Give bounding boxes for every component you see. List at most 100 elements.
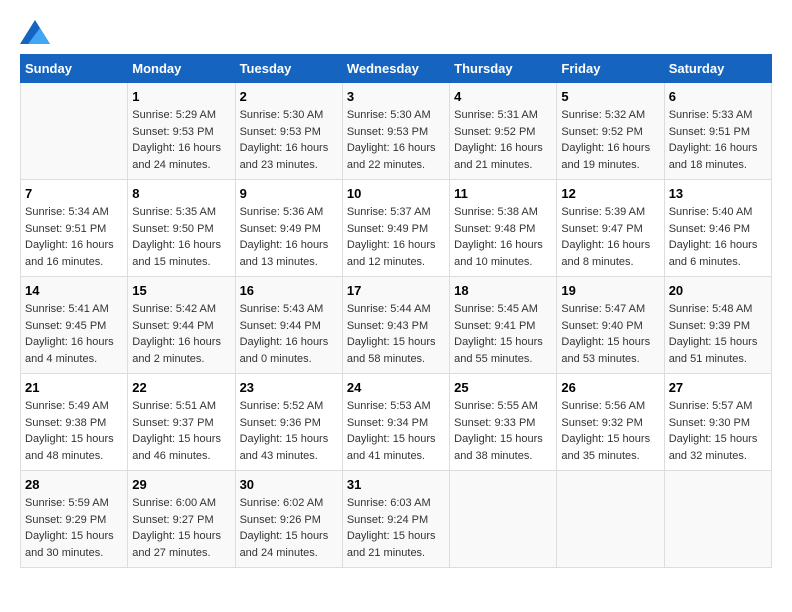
calendar-cell-5-1: 28Sunrise: 5:59 AMSunset: 9:29 PMDayligh… [21,471,128,568]
cell-info-line: Sunset: 9:36 PM [240,415,338,432]
cell-info-line: Sunrise: 5:57 AM [669,398,767,415]
cell-info-line: and 53 minutes. [561,351,659,368]
cell-info-line: Sunrise: 5:31 AM [454,107,552,124]
date-number: 8 [132,186,230,201]
calendar-cell-3-3: 16Sunrise: 5:43 AMSunset: 9:44 PMDayligh… [235,277,342,374]
cell-info-line: Sunrise: 5:41 AM [25,301,123,318]
cell-info-line: and 6 minutes. [669,254,767,271]
cell-info-line: Sunset: 9:47 PM [561,221,659,238]
cell-info-line: Daylight: 16 hours [454,140,552,157]
calendar-cell-5-2: 29Sunrise: 6:00 AMSunset: 9:27 PMDayligh… [128,471,235,568]
calendar-cell-1-1 [21,83,128,180]
cell-info-line: Sunrise: 5:40 AM [669,204,767,221]
cell-info-line: Sunrise: 5:52 AM [240,398,338,415]
date-number: 29 [132,477,230,492]
date-number: 16 [240,283,338,298]
calendar-cell-1-5: 4Sunrise: 5:31 AMSunset: 9:52 PMDaylight… [450,83,557,180]
cell-info-line: and 35 minutes. [561,448,659,465]
date-number: 10 [347,186,445,201]
cell-info-line: Sunrise: 5:53 AM [347,398,445,415]
cell-info-line: Daylight: 15 hours [347,528,445,545]
cell-info-line: Daylight: 15 hours [454,431,552,448]
cell-info-line: and 24 minutes. [240,545,338,562]
cell-info-line: Sunrise: 5:30 AM [347,107,445,124]
cell-info-line: and 27 minutes. [132,545,230,562]
cell-info-line: and 18 minutes. [669,157,767,174]
cell-info-line: Sunset: 9:53 PM [132,124,230,141]
date-number: 12 [561,186,659,201]
cell-info-line: Daylight: 16 hours [240,140,338,157]
cell-info-line: Sunrise: 5:37 AM [347,204,445,221]
cell-info-line: and 16 minutes. [25,254,123,271]
cell-info-line: Daylight: 16 hours [25,334,123,351]
calendar-cell-5-7 [664,471,771,568]
cell-info-line: Daylight: 15 hours [25,431,123,448]
cell-info-line: Sunrise: 5:30 AM [240,107,338,124]
calendar-cell-4-5: 25Sunrise: 5:55 AMSunset: 9:33 PMDayligh… [450,374,557,471]
cell-info-line: and 13 minutes. [240,254,338,271]
day-header-sunday: Sunday [21,55,128,83]
cell-info-line: Sunrise: 5:29 AM [132,107,230,124]
cell-info-line: Sunrise: 5:43 AM [240,301,338,318]
day-header-monday: Monday [128,55,235,83]
day-header-thursday: Thursday [450,55,557,83]
cell-info-line: Sunrise: 5:38 AM [454,204,552,221]
cell-info-line: and 48 minutes. [25,448,123,465]
calendar-table: SundayMondayTuesdayWednesdayThursdayFrid… [20,54,772,568]
cell-info-line: Sunset: 9:50 PM [132,221,230,238]
calendar-cell-1-3: 2Sunrise: 5:30 AMSunset: 9:53 PMDaylight… [235,83,342,180]
cell-info-line: and 55 minutes. [454,351,552,368]
date-number: 3 [347,89,445,104]
cell-info-line: and 12 minutes. [347,254,445,271]
calendar-body: 1Sunrise: 5:29 AMSunset: 9:53 PMDaylight… [21,83,772,568]
calendar-cell-4-6: 26Sunrise: 5:56 AMSunset: 9:32 PMDayligh… [557,374,664,471]
cell-info-line: Daylight: 15 hours [669,334,767,351]
cell-info-line: Daylight: 15 hours [561,431,659,448]
date-number: 28 [25,477,123,492]
cell-info-line: and 32 minutes. [669,448,767,465]
cell-info-line: Sunrise: 5:35 AM [132,204,230,221]
cell-info-line: Sunset: 9:53 PM [347,124,445,141]
cell-info-line: Daylight: 15 hours [240,431,338,448]
cell-info-line: Sunset: 9:38 PM [25,415,123,432]
date-number: 18 [454,283,552,298]
date-number: 20 [669,283,767,298]
cell-info-line: Sunset: 9:43 PM [347,318,445,335]
cell-info-line: Daylight: 16 hours [240,237,338,254]
day-header-wednesday: Wednesday [342,55,449,83]
calendar-cell-4-3: 23Sunrise: 5:52 AMSunset: 9:36 PMDayligh… [235,374,342,471]
day-header-tuesday: Tuesday [235,55,342,83]
cell-info-line: Daylight: 15 hours [454,334,552,351]
cell-info-line: Daylight: 15 hours [132,431,230,448]
calendar-cell-3-6: 19Sunrise: 5:47 AMSunset: 9:40 PMDayligh… [557,277,664,374]
calendar-cell-1-6: 5Sunrise: 5:32 AMSunset: 9:52 PMDaylight… [557,83,664,180]
cell-info-line: Daylight: 15 hours [347,334,445,351]
cell-info-line: Daylight: 15 hours [240,528,338,545]
calendar-cell-2-3: 9Sunrise: 5:36 AMSunset: 9:49 PMDaylight… [235,180,342,277]
cell-info-line: Sunrise: 5:49 AM [25,398,123,415]
cell-info-line: Sunset: 9:26 PM [240,512,338,529]
calendar-cell-4-1: 21Sunrise: 5:49 AMSunset: 9:38 PMDayligh… [21,374,128,471]
cell-info-line: Sunrise: 6:02 AM [240,495,338,512]
date-number: 6 [669,89,767,104]
cell-info-line: Daylight: 15 hours [561,334,659,351]
cell-info-line: Sunrise: 5:39 AM [561,204,659,221]
cell-info-line: Daylight: 16 hours [669,237,767,254]
calendar-cell-3-2: 15Sunrise: 5:42 AMSunset: 9:44 PMDayligh… [128,277,235,374]
cell-info-line: Daylight: 15 hours [132,528,230,545]
cell-info-line: Daylight: 16 hours [561,237,659,254]
calendar-header: SundayMondayTuesdayWednesdayThursdayFrid… [21,55,772,83]
calendar-cell-2-7: 13Sunrise: 5:40 AMSunset: 9:46 PMDayligh… [664,180,771,277]
cell-info-line: Sunrise: 5:36 AM [240,204,338,221]
calendar-cell-4-4: 24Sunrise: 5:53 AMSunset: 9:34 PMDayligh… [342,374,449,471]
cell-info-line: Daylight: 16 hours [669,140,767,157]
cell-info-line: and 46 minutes. [132,448,230,465]
date-number: 14 [25,283,123,298]
cell-info-line: Sunset: 9:37 PM [132,415,230,432]
cell-info-line: and 0 minutes. [240,351,338,368]
cell-info-line: Daylight: 16 hours [561,140,659,157]
cell-info-line: Daylight: 16 hours [132,237,230,254]
cell-info-line: Sunrise: 6:03 AM [347,495,445,512]
cell-info-line: Sunset: 9:41 PM [454,318,552,335]
calendar-cell-3-4: 17Sunrise: 5:44 AMSunset: 9:43 PMDayligh… [342,277,449,374]
